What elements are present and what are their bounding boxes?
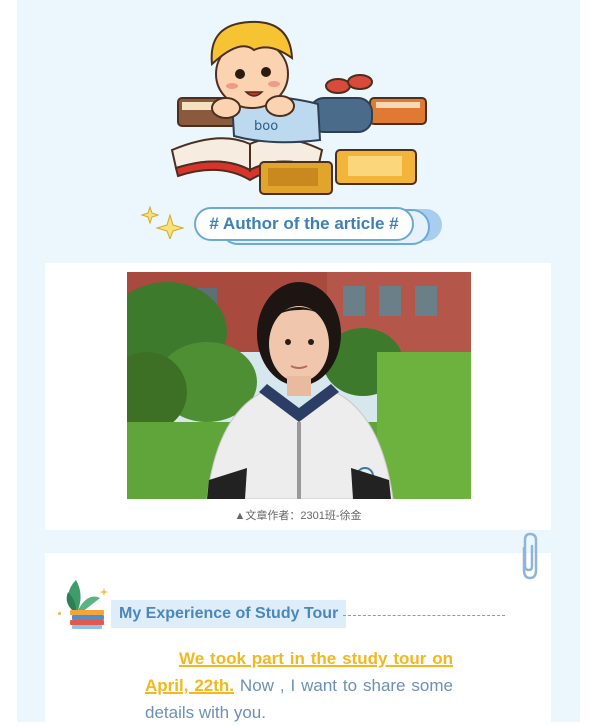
article-paragraph: We took part in the study tour on April,… xyxy=(145,645,453,726)
paperclip-icon xyxy=(522,532,538,580)
author-photo-card: ▲文章作者：2301班-徐金 xyxy=(45,263,551,530)
boy-reading-illustration: boo xyxy=(170,20,427,195)
photo-caption: ▲文章作者：2301班-徐金 xyxy=(234,510,362,522)
author-heading: # Author of the article # xyxy=(194,207,414,241)
books-plant-icon xyxy=(66,580,108,629)
author-photo xyxy=(127,272,471,499)
sparkle-icon xyxy=(140,205,184,239)
section-divider xyxy=(343,615,505,616)
section-title: My Experience of Study Tour xyxy=(111,600,347,628)
svg-text:boo: boo xyxy=(254,119,278,134)
